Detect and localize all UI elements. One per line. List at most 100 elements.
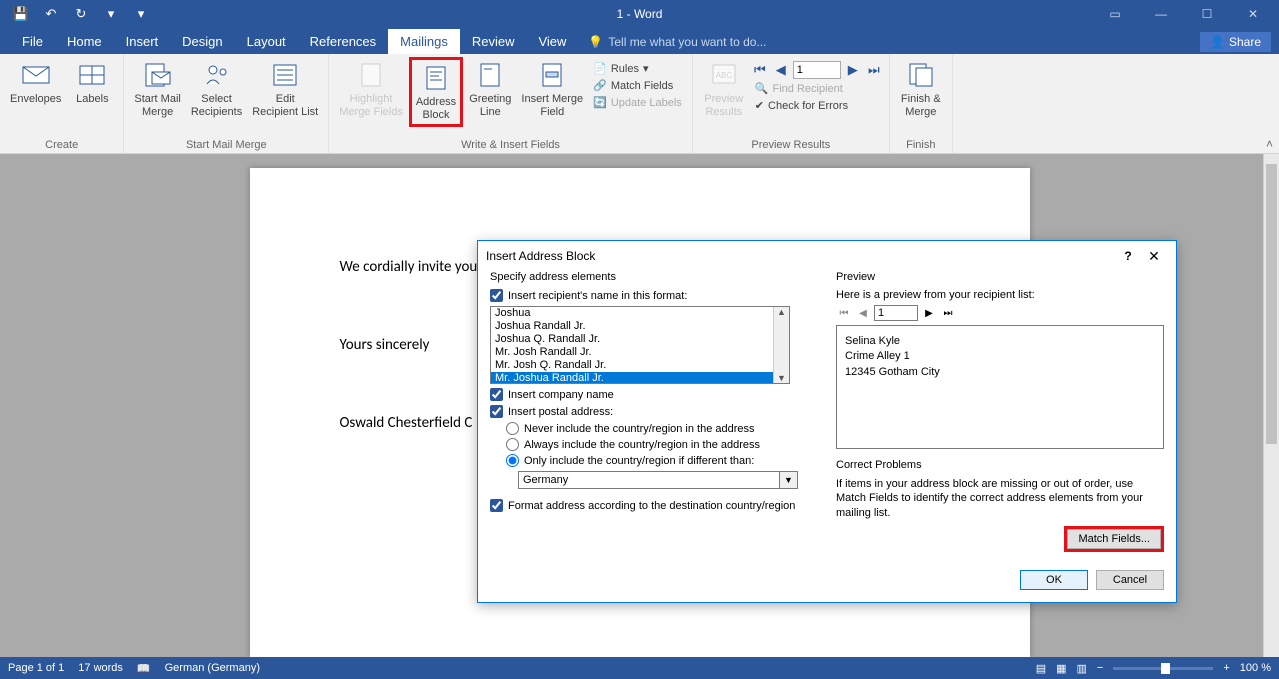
touch-mode-icon[interactable]: ▾ — [130, 3, 152, 25]
title-bar: 💾 ↶ ↻ ▾ ▾ 1 - Word ▭ ― ☐ ✕ — [0, 0, 1279, 28]
list-item-selected[interactable]: Mr. Joshua Randall Jr. — [491, 372, 773, 383]
insert-address-block-dialog: Insert Address Block ? ✕ Specify address… — [477, 240, 1177, 603]
labels-button[interactable]: Labels — [67, 57, 117, 108]
maximize-icon[interactable]: ☐ — [1185, 2, 1229, 26]
vertical-scrollbar[interactable] — [1263, 154, 1279, 657]
zoom-level[interactable]: 100 % — [1240, 662, 1271, 674]
country-combobox[interactable]: ▼ — [518, 471, 798, 489]
tab-layout[interactable]: Layout — [235, 29, 298, 54]
never-country-radio[interactable] — [506, 422, 519, 435]
dialog-close-icon[interactable]: ✕ — [1140, 248, 1168, 265]
tab-mailings[interactable]: Mailings — [388, 29, 460, 54]
redo-icon[interactable]: ↻ — [70, 3, 92, 25]
collapse-ribbon-icon[interactable]: ˄ — [1266, 137, 1273, 151]
match-fields-dialog-button[interactable]: Match Fields... — [1067, 529, 1161, 549]
status-words[interactable]: 17 words — [78, 662, 123, 674]
insert-company-label: Insert company name — [508, 389, 614, 401]
dialog-help-icon[interactable]: ? — [1116, 249, 1140, 263]
print-layout-icon[interactable]: ▦ — [1056, 662, 1066, 675]
scroll-down-icon[interactable]: ▼ — [777, 373, 786, 383]
edit-recipient-list-button[interactable]: Edit Recipient List — [248, 57, 322, 121]
check-icon: ✔ — [755, 99, 764, 112]
svg-text:ABC: ABC — [716, 71, 733, 80]
preview-first-icon[interactable]: ⏮ — [836, 305, 852, 321]
only-different-radio[interactable] — [506, 454, 519, 467]
next-record-icon[interactable]: ▶ — [844, 61, 862, 79]
save-icon[interactable]: 💾 — [10, 3, 32, 25]
start-mail-merge-button[interactable]: Start Mail Merge — [130, 57, 184, 121]
read-mode-icon[interactable]: ▤ — [1036, 662, 1046, 675]
minimize-icon[interactable]: ― — [1139, 2, 1183, 26]
preview-results-button: ABCPreview Results — [699, 57, 749, 121]
rules-button[interactable]: 📄Rules ▾ — [589, 61, 686, 76]
preview-last-icon[interactable]: ⏭ — [940, 305, 956, 321]
preview-section-label: Preview — [836, 271, 1164, 283]
undo-icon[interactable]: ↶ — [40, 3, 62, 25]
insert-name-label: Insert recipient's name in this format: — [508, 290, 687, 302]
update-labels-button: 🔄Update Labels — [589, 95, 686, 110]
name-format-listbox[interactable]: Joshua Joshua Randall Jr. Joshua Q. Rand… — [490, 306, 790, 384]
listbox-scrollbar[interactable]: ▲▼ — [773, 307, 789, 383]
insert-merge-field-button[interactable]: Insert Merge Field — [517, 57, 587, 127]
tell-me-search[interactable]: 💡Tell me what you want to do... — [578, 30, 776, 54]
preview-next-icon[interactable]: ▶ — [921, 305, 937, 321]
greeting-line-button[interactable]: Greeting Line — [465, 57, 515, 127]
status-bar: Page 1 of 1 17 words 📖 German (Germany) … — [0, 657, 1279, 679]
insert-name-checkbox[interactable] — [490, 289, 503, 302]
zoom-in-icon[interactable]: + — [1223, 662, 1229, 674]
zoom-out-icon[interactable]: − — [1097, 662, 1103, 674]
combo-dropdown-icon[interactable]: ▼ — [780, 471, 798, 489]
envelopes-button[interactable]: Envelopes — [6, 57, 65, 108]
finish-merge-button[interactable]: Finish & Merge — [896, 57, 946, 121]
close-icon[interactable]: ✕ — [1231, 2, 1275, 26]
group-finish: Finish & Merge Finish — [890, 54, 953, 153]
highlight-icon — [355, 59, 387, 91]
list-item[interactable]: Joshua — [491, 307, 773, 320]
tab-design[interactable]: Design — [170, 29, 234, 54]
zoom-thumb[interactable] — [1161, 663, 1170, 674]
preview-prev-icon[interactable]: ◀ — [855, 305, 871, 321]
list-item[interactable]: Joshua Randall Jr. — [491, 320, 773, 333]
preview-record-input[interactable] — [874, 305, 918, 321]
tab-references[interactable]: References — [298, 29, 388, 54]
tab-home[interactable]: Home — [55, 29, 114, 54]
format-destination-checkbox[interactable] — [490, 499, 503, 512]
correct-problems-label: Correct Problems — [836, 459, 1164, 471]
first-record-icon[interactable]: ⏮ — [751, 61, 769, 79]
check-errors-button[interactable]: ✔Check for Errors — [751, 98, 883, 113]
scrollbar-thumb[interactable] — [1266, 164, 1277, 444]
tab-review[interactable]: Review — [460, 29, 527, 54]
customize-qat-icon[interactable]: ▾ — [100, 3, 122, 25]
ribbon-tabs: File Home Insert Design Layout Reference… — [0, 28, 1279, 54]
status-language[interactable]: German (Germany) — [165, 662, 260, 674]
insert-company-checkbox[interactable] — [490, 388, 503, 401]
list-item[interactable]: Mr. Josh Randall Jr. — [491, 346, 773, 359]
address-block-button[interactable]: Address Block — [409, 57, 463, 127]
ok-button[interactable]: OK — [1020, 570, 1088, 590]
always-country-radio[interactable] — [506, 438, 519, 451]
tab-insert[interactable]: Insert — [114, 29, 171, 54]
prev-record-icon[interactable]: ◀ — [772, 61, 790, 79]
select-recipients-button[interactable]: Select Recipients — [187, 57, 246, 121]
proofing-icon[interactable]: 📖 — [137, 662, 151, 675]
cancel-button[interactable]: Cancel — [1096, 570, 1164, 590]
list-item[interactable]: Joshua Q. Randall Jr. — [491, 333, 773, 346]
group-create-label: Create — [6, 139, 117, 153]
insert-postal-checkbox[interactable] — [490, 405, 503, 418]
scroll-up-icon[interactable]: ▲ — [777, 307, 786, 317]
status-page[interactable]: Page 1 of 1 — [8, 662, 64, 674]
correct-problems-text: If items in your address block are missi… — [836, 477, 1164, 520]
web-layout-icon[interactable]: ▥ — [1077, 662, 1087, 675]
window-title: 1 - Word — [617, 7, 663, 21]
ribbon-options-icon[interactable]: ▭ — [1093, 2, 1137, 26]
tab-file[interactable]: File — [10, 29, 55, 54]
record-number-input[interactable] — [793, 61, 841, 79]
tab-view[interactable]: View — [526, 29, 578, 54]
share-button[interactable]: 👤Share — [1200, 32, 1271, 52]
list-item[interactable]: Mr. Josh Q. Randall Jr. — [491, 359, 773, 372]
last-record-icon[interactable]: ⏭ — [865, 61, 883, 79]
quick-access-toolbar: 💾 ↶ ↻ ▾ ▾ — [0, 0, 152, 28]
country-input[interactable] — [518, 471, 780, 489]
match-fields-button[interactable]: 🔗Match Fields — [589, 78, 686, 93]
zoom-slider[interactable] — [1113, 667, 1213, 670]
